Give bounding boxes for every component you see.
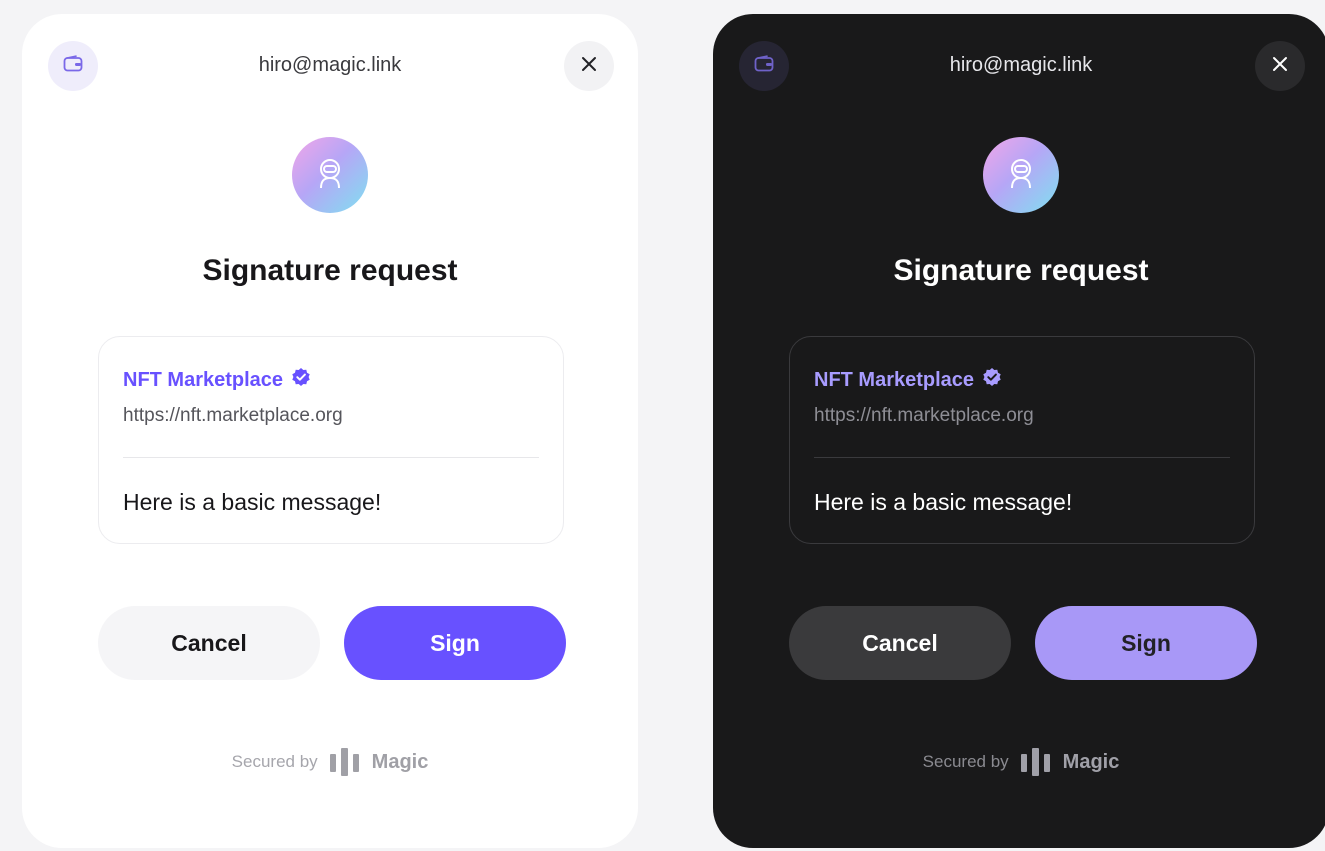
astronaut-icon bbox=[315, 157, 345, 194]
signature-message: Here is a basic message! bbox=[814, 489, 1073, 515]
magic-logo-icon bbox=[1019, 746, 1053, 778]
app-url: https://nft.marketplace.org bbox=[123, 405, 343, 426]
account-email: hiro@magic.link bbox=[949, 54, 1093, 76]
verified-badge-icon bbox=[982, 367, 1002, 393]
app-name-row: NFT Marketplace bbox=[814, 367, 1002, 393]
app-avatar bbox=[292, 137, 368, 213]
page-title: Signature request bbox=[893, 254, 1149, 287]
stage: hiro@magic.link Signature request NFT Ma… bbox=[0, 0, 1325, 851]
app-name-row: NFT Marketplace bbox=[123, 367, 311, 393]
signature-modal-light: hiro@magic.link Signature request NFT Ma… bbox=[22, 14, 638, 848]
request-card: NFT Marketplace https://nft.marketplace.… bbox=[789, 336, 1255, 544]
secured-by-label: Secured by bbox=[922, 752, 1009, 771]
account-email: hiro@magic.link bbox=[258, 54, 402, 76]
app-name: NFT Marketplace bbox=[123, 368, 284, 391]
cancel-button[interactable]: Cancel bbox=[789, 606, 1011, 680]
divider bbox=[814, 457, 1230, 458]
magic-logo-icon bbox=[328, 746, 362, 778]
close-icon bbox=[581, 56, 597, 77]
divider bbox=[123, 457, 539, 458]
cancel-button[interactable]: Cancel bbox=[98, 606, 320, 680]
close-button[interactable] bbox=[1255, 41, 1305, 91]
request-card: NFT Marketplace https://nft.marketplace.… bbox=[98, 336, 564, 544]
astronaut-icon bbox=[1006, 157, 1036, 194]
verified-badge-icon bbox=[291, 367, 311, 393]
page-title: Signature request bbox=[202, 254, 458, 287]
brand-name: Magic bbox=[1062, 750, 1120, 773]
secured-by-label: Secured by bbox=[231, 752, 318, 771]
signature-message: Here is a basic message! bbox=[123, 489, 382, 515]
signature-modal-dark: hiro@magic.link Signature request NFT Ma… bbox=[713, 14, 1325, 848]
sign-button[interactable]: Sign bbox=[1035, 606, 1257, 680]
secured-by-footer: Secured by Magic bbox=[713, 746, 1325, 778]
sign-button[interactable]: Sign bbox=[344, 606, 566, 680]
app-url: https://nft.marketplace.org bbox=[814, 405, 1034, 426]
app-name: NFT Marketplace bbox=[814, 368, 975, 391]
close-icon bbox=[1272, 56, 1288, 77]
secured-by-footer: Secured by Magic bbox=[22, 746, 638, 778]
app-avatar bbox=[983, 137, 1059, 213]
close-button[interactable] bbox=[564, 41, 614, 91]
brand-name: Magic bbox=[371, 750, 429, 773]
